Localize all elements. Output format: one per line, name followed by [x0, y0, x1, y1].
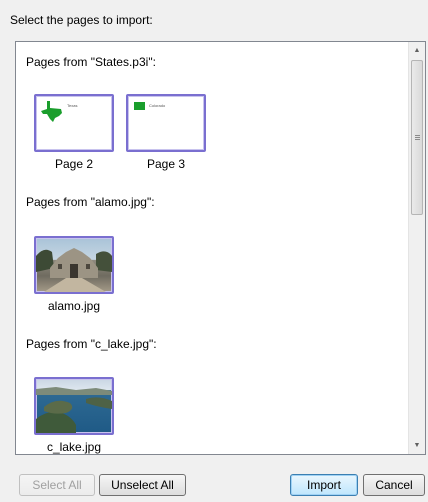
page-label: c_lake.jpg: [46, 440, 102, 454]
alamo-photo-thumbnail[interactable]: [34, 236, 114, 294]
select-all-button[interactable]: Select All: [19, 474, 95, 496]
scrollbar-thumb[interactable]: [411, 60, 423, 215]
unselect-all-button[interactable]: Unselect All: [99, 474, 186, 496]
page-caption-text: Texas: [67, 103, 78, 108]
page-label: alamo.jpg: [47, 299, 101, 313]
page-thumbnail[interactable]: Texas: [34, 94, 114, 152]
colorado-shape-icon: [134, 102, 145, 110]
lake-photo-thumbnail[interactable]: [34, 377, 114, 435]
import-button[interactable]: Import: [290, 474, 358, 496]
pages-list-panel[interactable]: Pages from "States.p3i": Texas Page 2 Co…: [15, 41, 426, 455]
page-item-c-lake[interactable]: c_lake.jpg: [34, 377, 114, 454]
scroll-down-arrow-icon[interactable]: ▼: [409, 437, 425, 454]
page-item-page-2[interactable]: Texas Page 2: [34, 94, 114, 171]
cancel-button[interactable]: Cancel: [363, 474, 425, 496]
lake-island-image: [36, 387, 112, 433]
page-thumbnail[interactable]: Colorado: [126, 94, 206, 152]
texas-shape-icon: [41, 101, 62, 122]
scroll-up-arrow-icon[interactable]: ▲: [409, 42, 425, 59]
pages-list-content: Pages from "States.p3i": Texas Page 2 Co…: [16, 42, 408, 454]
alamo-building-image: [36, 248, 112, 292]
instruction-text: Select the pages to import:: [10, 13, 153, 27]
page-label: Page 3: [146, 157, 186, 171]
group-title-c-lake: Pages from "c_lake.jpg":: [26, 337, 157, 351]
group-title-states: Pages from "States.p3i":: [26, 55, 156, 69]
grip-icon: [415, 135, 420, 141]
page-caption-text: Colorado: [149, 103, 166, 108]
page-item-page-3[interactable]: Colorado Page 3: [126, 94, 206, 171]
group-title-alamo: Pages from "alamo.jpg":: [26, 195, 155, 209]
page-label: Page 2: [54, 157, 94, 171]
page-item-alamo[interactable]: alamo.jpg: [34, 236, 114, 313]
vertical-scrollbar[interactable]: ▲ ▼: [408, 42, 425, 454]
